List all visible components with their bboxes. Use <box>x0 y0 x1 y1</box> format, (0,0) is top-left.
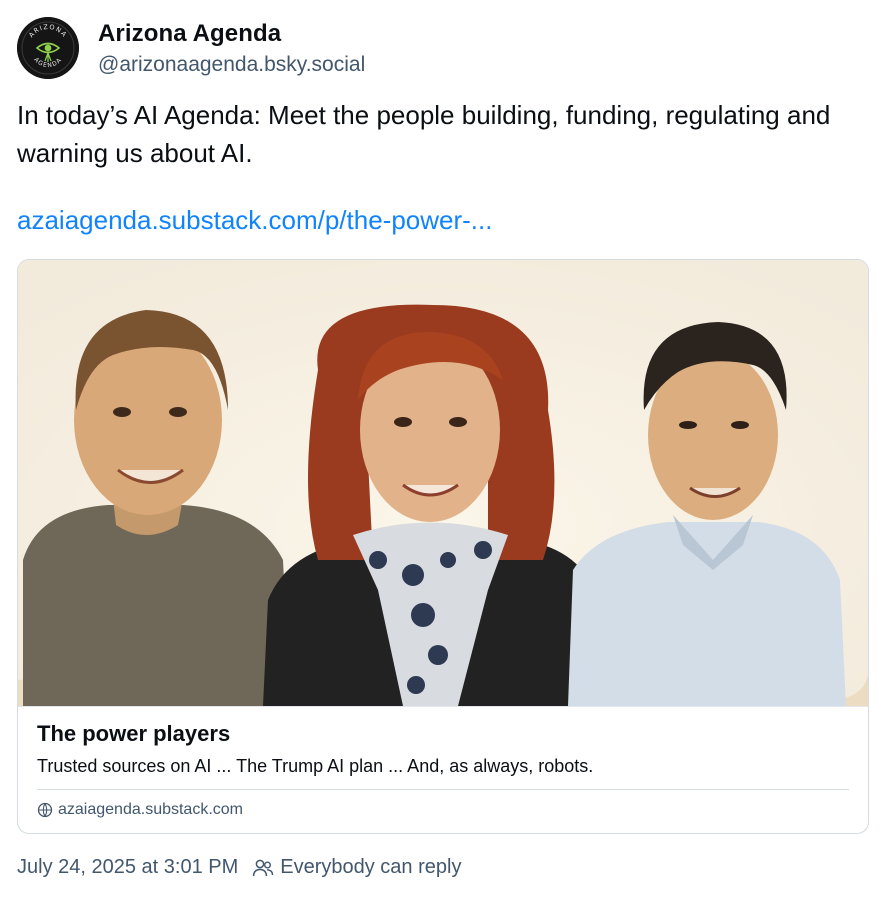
card-description: Trusted sources on AI ... The Trump AI p… <box>37 756 594 776</box>
author-handle[interactable]: @arizonaagenda.bsky.social <box>98 53 365 77</box>
card-divider <box>18 706 868 707</box>
link-card[interactable]: The power players Trusted sources on AI … <box>17 259 869 834</box>
timestamp[interactable]: July 24, 2025 at 3:01 PM <box>17 856 238 879</box>
reply-setting-label: Everybody can reply <box>280 856 462 878</box>
card-title: The power players <box>37 721 231 746</box>
people-icon <box>253 859 274 876</box>
post: ARIZONA AGENDA Arizona Agenda @arizonaag… <box>0 0 890 898</box>
post-link[interactable]: azaiagenda.substack.com/p/the-power-... <box>17 205 492 236</box>
author-name[interactable]: Arizona Agenda <box>98 20 281 48</box>
card-domain: azaiagenda.substack.com <box>37 801 243 819</box>
card-image <box>18 260 868 706</box>
reply-setting[interactable]: Everybody can reply <box>252 856 461 879</box>
post-text: In today’s AI Agenda: Meet the people bu… <box>17 100 831 168</box>
arizona-agenda-logo-icon: ARIZONA AGENDA <box>17 17 79 79</box>
card-domain-text: azaiagenda.substack.com <box>58 801 243 818</box>
avatar[interactable]: ARIZONA AGENDA <box>17 17 79 79</box>
globe-icon <box>37 802 53 818</box>
card-illustration <box>18 260 868 706</box>
card-rule <box>37 789 849 790</box>
post-meta: July 24, 2025 at 3:01 PM Everybody can r… <box>17 856 461 879</box>
